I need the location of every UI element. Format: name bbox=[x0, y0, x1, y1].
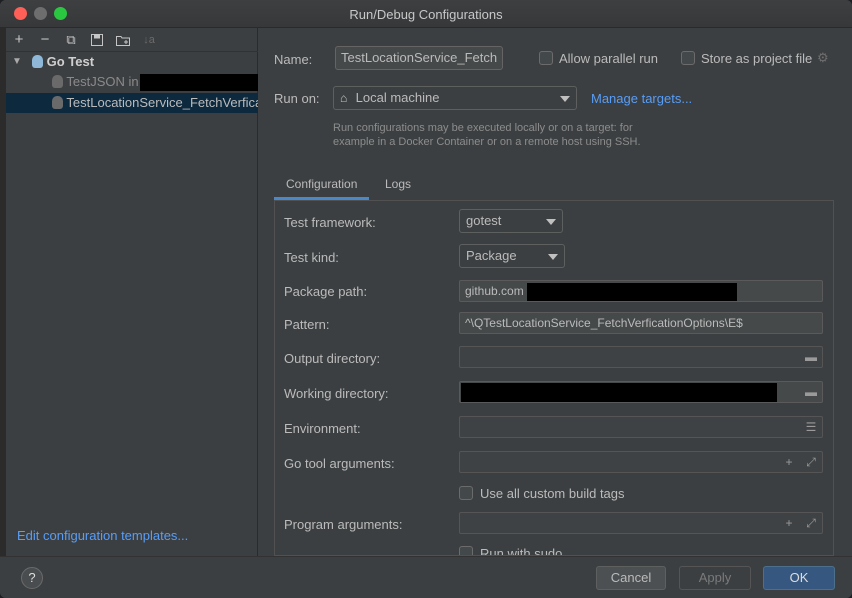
go-tool-arguments-label: Go tool arguments: bbox=[284, 456, 395, 471]
environment-field[interactable]: ☰ bbox=[459, 416, 823, 438]
run-debug-dialog: Run/Debug Configurations + − ⧉ ↓a ▼ Go T… bbox=[0, 0, 852, 598]
save-configuration-button[interactable] bbox=[88, 31, 106, 49]
expand-icon[interactable]: ⤢ bbox=[804, 516, 818, 530]
test-kind-select[interactable]: Package bbox=[459, 244, 565, 268]
window-title: Run/Debug Configurations bbox=[349, 7, 503, 22]
tree-group-go-test[interactable]: Go Test bbox=[32, 52, 94, 72]
pattern-field[interactable]: ^\QTestLocationService_FetchVerficationO… bbox=[459, 312, 823, 334]
save-icon bbox=[91, 34, 103, 46]
tree-item-testjson[interactable]: TestJSON in bbox=[52, 72, 139, 92]
manage-targets-link[interactable]: Manage targets... bbox=[591, 91, 692, 106]
question-icon: ? bbox=[28, 570, 36, 585]
test-framework-label: Test framework: bbox=[284, 215, 376, 230]
minus-icon: − bbox=[40, 31, 50, 48]
run-on-hint-line2: example in a Docker Container or on a re… bbox=[333, 136, 641, 148]
tab-configuration[interactable]: Configuration bbox=[274, 170, 370, 200]
tree-group-label: Go Test bbox=[46, 54, 95, 69]
output-directory-label: Output directory: bbox=[284, 351, 381, 366]
plus-icon[interactable]: + bbox=[782, 516, 796, 530]
sort-configurations-button[interactable]: ↓a bbox=[140, 31, 158, 49]
run-on-hint-line1: Run configurations may be executed local… bbox=[333, 122, 633, 134]
go-tool-arguments-field[interactable]: + ⤢ bbox=[459, 451, 823, 473]
configurations-tree-panel: + − ⧉ ↓a ▼ Go Test TestJSON in TestLocat… bbox=[6, 28, 258, 556]
test-framework-value: gotest bbox=[466, 213, 502, 228]
redacted-block bbox=[461, 383, 777, 402]
store-as-project-file-checkbox[interactable] bbox=[681, 51, 695, 65]
help-button[interactable]: ? bbox=[21, 567, 43, 589]
working-directory-label: Working directory: bbox=[284, 386, 389, 401]
add-configuration-button[interactable]: + bbox=[10, 31, 28, 49]
title-bar: Run/Debug Configurations bbox=[0, 0, 852, 28]
plus-icon[interactable]: + bbox=[782, 455, 796, 469]
go-test-config-icon bbox=[52, 75, 63, 88]
go-test-icon bbox=[32, 55, 43, 68]
chevron-down-icon[interactable]: ▼ bbox=[12, 56, 22, 67]
environment-label: Environment: bbox=[284, 421, 361, 436]
apply-button[interactable]: Apply bbox=[679, 566, 751, 590]
run-on-label: Run on: bbox=[274, 91, 320, 106]
program-arguments-field[interactable]: + ⤢ bbox=[459, 512, 823, 534]
redacted-block bbox=[527, 283, 737, 301]
tab-logs[interactable]: Logs bbox=[373, 170, 423, 200]
plus-icon: + bbox=[14, 31, 24, 48]
go-test-config-icon bbox=[52, 96, 63, 109]
test-kind-label: Test kind: bbox=[284, 250, 339, 265]
output-directory-field[interactable]: ▬ bbox=[459, 346, 823, 368]
tree-toolbar: + − ⧉ ↓a bbox=[6, 28, 258, 52]
cancel-button[interactable]: Cancel bbox=[596, 566, 666, 590]
folder-icon bbox=[116, 36, 130, 46]
redacted-block bbox=[140, 74, 258, 91]
tree-item-label: TestLocationService_FetchVerfication bbox=[66, 95, 258, 110]
tree-item-testlocationservice[interactable]: TestLocationService_FetchVerfication bbox=[52, 93, 258, 113]
dropdown-arrow-icon bbox=[560, 96, 570, 102]
folder-icon[interactable]: ▬ bbox=[804, 350, 818, 364]
ok-button[interactable]: OK bbox=[763, 566, 835, 590]
program-arguments-label: Program arguments: bbox=[284, 517, 403, 532]
copy-configuration-button[interactable]: ⧉ bbox=[62, 31, 80, 49]
test-kind-value: Package bbox=[466, 248, 517, 263]
tree-item-label: TestJSON in bbox=[66, 74, 139, 89]
store-as-project-file-label: Store as project file bbox=[701, 51, 813, 66]
test-framework-select[interactable]: gotest bbox=[459, 209, 563, 233]
allow-parallel-run-checkbox[interactable] bbox=[539, 51, 553, 65]
run-with-sudo-checkbox[interactable] bbox=[459, 546, 473, 555]
package-path-label: Package path: bbox=[284, 284, 368, 299]
home-icon: ⌂ bbox=[340, 91, 348, 105]
run-on-value: Local machine bbox=[355, 90, 440, 105]
folder-icon[interactable]: ▬ bbox=[804, 385, 818, 399]
allow-parallel-run-label: Allow parallel run bbox=[559, 51, 658, 66]
name-field[interactable]: TestLocationService_Fetch bbox=[335, 46, 503, 70]
copy-icon: ⧉ bbox=[66, 32, 76, 47]
document-icon[interactable]: ☰ bbox=[804, 420, 818, 434]
use-all-custom-build-tags-label: Use all custom build tags bbox=[480, 486, 625, 501]
dropdown-arrow-icon bbox=[548, 254, 558, 260]
name-label: Name: bbox=[274, 52, 313, 67]
expand-icon[interactable]: ⤢ bbox=[804, 455, 818, 469]
pattern-label: Pattern: bbox=[284, 317, 330, 332]
run-with-sudo-label: Run with sudo bbox=[480, 546, 563, 556]
remove-configuration-button[interactable]: − bbox=[36, 31, 54, 49]
move-into-folder-button[interactable] bbox=[114, 31, 132, 49]
sort-icon: ↓a bbox=[143, 34, 155, 46]
configuration-panel: Test framework: gotest Test kind: Packag… bbox=[274, 200, 834, 556]
use-all-custom-build-tags-checkbox[interactable] bbox=[459, 486, 473, 500]
gear-icon[interactable]: ⚙ bbox=[817, 51, 831, 65]
run-on-select[interactable]: ⌂ Local machine bbox=[333, 86, 577, 110]
dropdown-arrow-icon bbox=[546, 219, 556, 225]
edit-configuration-templates-link[interactable]: Edit configuration templates... bbox=[17, 528, 188, 543]
